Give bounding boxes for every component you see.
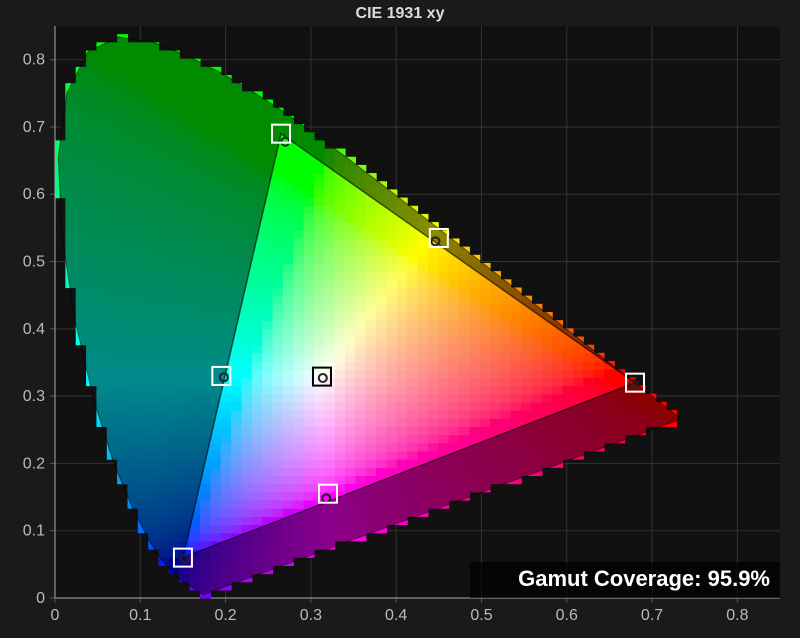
svg-text:0.1: 0.1 (23, 523, 45, 540)
cie-chromaticity-chart: CIE 1931 xy 00.10.20.30.40.50.60.70.8 00… (0, 0, 800, 638)
svg-text:0.5: 0.5 (470, 607, 492, 624)
svg-text:0.2: 0.2 (214, 607, 236, 624)
svg-text:0.6: 0.6 (23, 186, 45, 203)
svg-text:0.5: 0.5 (23, 254, 45, 271)
svg-text:0.7: 0.7 (23, 119, 45, 136)
svg-text:0.4: 0.4 (23, 321, 45, 338)
x-axis: 0 0.1 0.2 0.3 0.4 0.5 0.6 0.7 0.8 (51, 598, 780, 624)
y-axis: 0 0.1 0.2 0.3 0.4 0.5 0.6 0.7 0.8 (23, 26, 55, 607)
svg-text:0.2: 0.2 (23, 455, 45, 472)
svg-text:0.6: 0.6 (556, 607, 578, 624)
svg-text:0.7: 0.7 (641, 607, 663, 624)
chart-title: CIE 1931 xy (356, 5, 445, 22)
svg-text:0.3: 0.3 (300, 607, 322, 624)
svg-text:0.8: 0.8 (726, 607, 748, 624)
svg-text:Gamut Coverage:: Gamut Coverage: 95.9% (518, 566, 770, 591)
svg-text:0: 0 (36, 590, 45, 607)
svg-text:0.3: 0.3 (23, 388, 45, 405)
gamut-coverage-label: Gamut Coverage: 95.9% (470, 562, 780, 598)
svg-text:0.8: 0.8 (23, 52, 45, 69)
svg-text:0: 0 (51, 607, 60, 624)
svg-text:0.4: 0.4 (385, 607, 407, 624)
svg-text:0.1: 0.1 (129, 607, 151, 624)
